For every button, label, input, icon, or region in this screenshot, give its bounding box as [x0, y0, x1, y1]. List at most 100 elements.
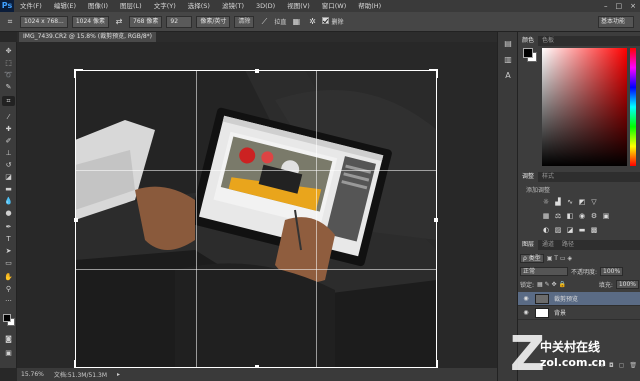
- eye-icon[interactable]: ◉: [521, 309, 531, 316]
- swap-dimensions-icon[interactable]: ⇄: [113, 16, 125, 28]
- history-brush-tool-icon[interactable]: ↺: [2, 160, 15, 170]
- gradient-tool-icon[interactable]: ▬: [2, 184, 15, 194]
- history-panel-icon[interactable]: ▤: [502, 38, 514, 50]
- foreground-color-swatch[interactable]: [3, 314, 11, 322]
- more-tools-icon[interactable]: ···: [2, 296, 15, 306]
- tab-layers[interactable]: 图层: [518, 240, 539, 250]
- blend-mode-select[interactable]: 正常: [520, 266, 568, 276]
- crop-tool-icon[interactable]: ⌗: [2, 96, 15, 106]
- tab-styles[interactable]: 样式: [538, 172, 558, 182]
- quick-mask-icon[interactable]: ◙: [2, 334, 15, 344]
- fill-field[interactable]: 100%: [615, 279, 639, 289]
- brightness-icon[interactable]: ☼: [542, 198, 550, 206]
- quick-select-tool-icon[interactable]: ✎: [2, 82, 15, 92]
- layer-row-crop-preview[interactable]: ◉ 裁剪预览: [518, 292, 640, 306]
- clone-stamp-tool-icon[interactable]: ⊥: [2, 148, 15, 158]
- close-button[interactable]: ×: [630, 0, 636, 12]
- menu-type[interactable]: 文字(Y): [148, 0, 182, 12]
- hand-tool-icon[interactable]: ✋: [2, 272, 15, 282]
- checkbox-checked-icon[interactable]: [322, 17, 330, 24]
- document-tab[interactable]: IMG_7439.CR2 @ 15.8% (裁剪预览, RGB/8*): [19, 32, 157, 42]
- lasso-tool-icon[interactable]: ➰: [2, 70, 15, 80]
- layer-row-background[interactable]: ◉ 背景: [518, 306, 640, 320]
- lock-icons[interactable]: ▦ ✎ ✥ 🔒: [537, 281, 566, 288]
- path-select-tool-icon[interactable]: ➤: [2, 246, 15, 256]
- type-tool-icon[interactable]: T: [2, 234, 15, 244]
- crop-edge-handle[interactable]: [74, 218, 78, 222]
- straighten-label[interactable]: 拉直: [274, 17, 286, 26]
- resolution-field[interactable]: 92: [166, 15, 193, 28]
- eye-icon[interactable]: ◉: [521, 295, 531, 302]
- marquee-tool-icon[interactable]: ⬚: [2, 58, 15, 68]
- tab-color[interactable]: 颜色: [518, 36, 539, 46]
- photo-filter-icon[interactable]: ◉: [578, 212, 586, 220]
- selective-color-icon[interactable]: ▩: [590, 226, 598, 234]
- clear-button[interactable]: 清除: [234, 15, 255, 28]
- tab-adjustments[interactable]: 调整: [518, 172, 539, 182]
- overlay-grid-icon[interactable]: ▦: [290, 16, 302, 28]
- delete-cropped-checkbox[interactable]: 删除: [322, 17, 343, 26]
- status-menu-arrow-icon[interactable]: ▸: [117, 371, 120, 378]
- opacity-field[interactable]: 100%: [600, 266, 624, 276]
- menu-filter[interactable]: 滤镜(T): [216, 0, 250, 12]
- tab-paths[interactable]: 路径: [558, 240, 578, 250]
- levels-icon[interactable]: ▟: [554, 198, 562, 206]
- color-lookup-icon[interactable]: ▣: [602, 212, 610, 220]
- minimize-button[interactable]: –: [604, 0, 608, 12]
- tab-swatches[interactable]: 色板: [538, 36, 558, 46]
- menu-select[interactable]: 选择(S): [182, 0, 216, 12]
- crop-corner-handle[interactable]: [429, 360, 438, 368]
- gradient-map-icon[interactable]: ▬: [578, 226, 586, 234]
- crop-edge-handle[interactable]: [255, 69, 259, 73]
- menu-layer[interactable]: 图层(L): [114, 0, 148, 12]
- exposure-icon[interactable]: ◩: [578, 198, 586, 206]
- straighten-icon[interactable]: ⟋: [258, 16, 270, 28]
- crop-corner-handle[interactable]: [429, 69, 438, 78]
- black-white-icon[interactable]: ◧: [566, 212, 574, 220]
- curves-icon[interactable]: ∿: [566, 198, 574, 206]
- brush-tool-icon[interactable]: ✐: [2, 136, 15, 146]
- channel-mixer-icon[interactable]: ⚙: [590, 212, 598, 220]
- dodge-tool-icon[interactable]: ●: [2, 208, 15, 218]
- menu-help[interactable]: 帮助(H): [352, 0, 387, 12]
- crop-preset-select[interactable]: 1024 x 768...: [20, 15, 68, 28]
- eraser-tool-icon[interactable]: ◪: [2, 172, 15, 182]
- tab-channels[interactable]: 通道: [538, 240, 558, 250]
- zoom-level[interactable]: 15.76%: [21, 371, 44, 378]
- panel-foreground-swatch[interactable]: [523, 48, 533, 58]
- hue-slider[interactable]: [630, 48, 636, 166]
- vibrance-icon[interactable]: ▽: [590, 198, 598, 206]
- filter-icons[interactable]: ▣ T ▭ ◈: [547, 255, 572, 262]
- menu-edit[interactable]: 编辑(E): [48, 0, 82, 12]
- crop-corner-handle[interactable]: [74, 69, 83, 78]
- crop-height-field[interactable]: 768 像素: [129, 15, 163, 28]
- pen-tool-icon[interactable]: ✒: [2, 222, 15, 232]
- color-picker-field[interactable]: [542, 48, 627, 166]
- invert-icon[interactable]: ◐: [542, 226, 550, 234]
- posterize-icon[interactable]: ▨: [554, 226, 562, 234]
- threshold-icon[interactable]: ◪: [566, 226, 574, 234]
- properties-panel-icon[interactable]: ▥: [502, 54, 514, 66]
- zoom-tool-icon[interactable]: ⚲: [2, 284, 15, 294]
- eyedropper-tool-icon[interactable]: ⁄: [2, 112, 15, 122]
- gear-icon[interactable]: ✲: [306, 16, 318, 28]
- layer-kind-select[interactable]: ρ 类型: [520, 253, 544, 263]
- resolution-unit-select[interactable]: 像素/英寸: [196, 15, 231, 28]
- crop-width-field[interactable]: 1024 像素: [71, 15, 109, 28]
- menu-window[interactable]: 窗口(W): [316, 0, 353, 12]
- color-balance-icon[interactable]: ⚖: [554, 212, 562, 220]
- canvas-area[interactable]: [17, 42, 497, 368]
- character-panel-icon[interactable]: A: [502, 70, 514, 82]
- shape-tool-icon[interactable]: ▭: [2, 258, 15, 268]
- crop-tool-icon[interactable]: ⌗: [4, 16, 16, 28]
- menu-view[interactable]: 视图(V): [281, 0, 316, 12]
- menu-3d[interactable]: 3D(D): [250, 0, 281, 12]
- healing-brush-tool-icon[interactable]: ✚: [2, 124, 15, 134]
- crop-frame[interactable]: [74, 69, 438, 368]
- hue-saturation-icon[interactable]: ▦: [542, 212, 550, 220]
- crop-corner-handle[interactable]: [74, 360, 83, 368]
- menu-file[interactable]: 文件(F): [14, 0, 48, 12]
- crop-edge-handle[interactable]: [434, 218, 438, 222]
- menu-image[interactable]: 图像(I): [82, 0, 114, 12]
- screen-mode-icon[interactable]: ▣: [2, 348, 15, 358]
